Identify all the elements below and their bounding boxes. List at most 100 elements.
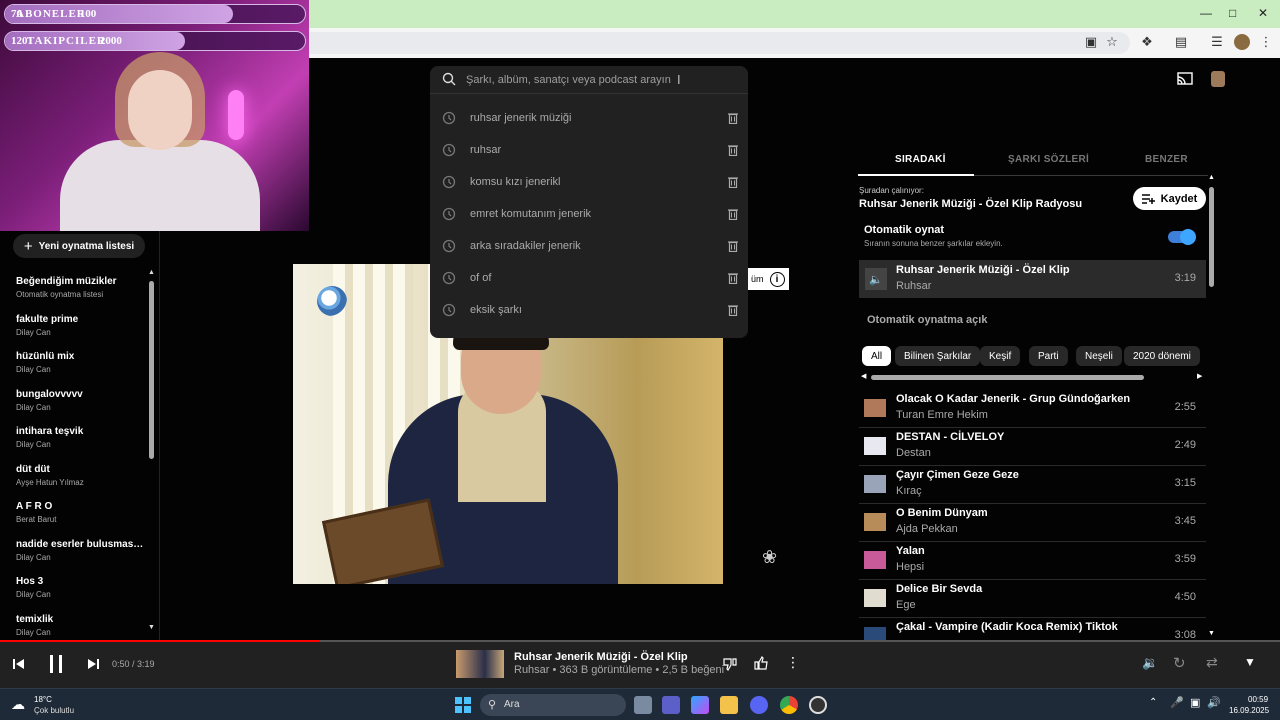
filter-chip[interactable]: All <box>862 346 892 366</box>
close-icon[interactable]: ✕ <box>1258 6 1268 20</box>
minimize-icon[interactable]: — <box>1200 6 1212 20</box>
sidebar-playlist-item[interactable]: intihara teşvik Dilay Can <box>16 426 146 449</box>
sidebar-playlist-item[interactable]: hüzünlü mix Dilay Can <box>16 351 146 374</box>
chips-scroll-right-icon[interactable]: ▶ <box>1197 372 1202 380</box>
task-view-icon[interactable] <box>634 696 652 714</box>
filter-chip[interactable]: Parti <box>1029 346 1068 366</box>
filter-chip[interactable]: Keşif <box>980 346 1021 366</box>
address-bar[interactable] <box>300 32 1130 54</box>
file-explorer-icon[interactable] <box>720 696 738 714</box>
weather-desc[interactable]: Çok bulutlu <box>34 706 74 715</box>
queue-item[interactable]: Yalan Hepsi 3:59 <box>859 542 1206 580</box>
extensions-icon[interactable]: ❖ <box>1139 34 1155 50</box>
search-suggestion[interactable]: komsu kızı jenerikl <box>430 166 748 198</box>
sidebar-playlist-item[interactable]: temixlik Dilay Can <box>16 614 146 637</box>
search-suggestion[interactable]: of of <box>430 262 748 294</box>
repeat-icon[interactable]: ↻ <box>1173 654 1186 672</box>
microphone-icon[interactable]: 🎤 <box>1170 696 1184 709</box>
delete-icon[interactable] <box>728 272 738 284</box>
profile-avatar[interactable] <box>1234 34 1250 50</box>
weather-temp[interactable]: 18°C <box>34 695 52 704</box>
search-suggestion[interactable]: ruhsar <box>430 134 748 166</box>
info-icon[interactable]: i <box>769 271 785 287</box>
chips-scrollbar[interactable] <box>871 375 1144 380</box>
queue-item[interactable]: O Benim Dünyam Ajda Pekkan 3:45 <box>859 504 1206 542</box>
more-options-icon[interactable]: ⋮ <box>786 654 800 671</box>
player-track-title[interactable]: Ruhsar Jenerik Müziği - Özel Klip <box>514 651 688 663</box>
tab-up-next[interactable]: SIRADAKİ <box>895 154 946 165</box>
teams-icon[interactable] <box>662 696 680 714</box>
sidebar-playlist-item[interactable]: bungalovvvvv Dilay Can <box>16 389 146 412</box>
sidebar-scroll-down-icon[interactable]: ▼ <box>148 624 155 631</box>
sidebar-scrollbar[interactable] <box>149 281 154 459</box>
like-icon[interactable] <box>754 656 768 670</box>
tab-related[interactable]: BENZER <box>1145 154 1188 165</box>
track-thumbnail[interactable] <box>456 650 504 678</box>
now-playing-row[interactable]: 🔈 Ruhsar Jenerik Müziği - Özel Klip Ruhs… <box>859 260 1206 298</box>
search-suggestion[interactable]: emret komutanım jenerik <box>430 198 748 230</box>
account-avatar[interactable] <box>1211 71 1225 87</box>
search-suggestion[interactable]: ruhsar jenerik müziği <box>430 102 748 134</box>
sidebar-playlist-item[interactable]: A F R O Berat Barut <box>16 501 146 524</box>
taskbar-search[interactable]: ⚲ Ara <box>480 694 626 716</box>
sidebar-playlist-item[interactable]: düt düt Ayşe Hatun Yılmaz <box>16 464 146 487</box>
save-queue-button[interactable]: Kaydet <box>1133 187 1206 210</box>
chrome-icon[interactable] <box>780 696 798 714</box>
delete-icon[interactable] <box>728 176 738 188</box>
queue-scroll-down-icon[interactable]: ▼ <box>1208 630 1215 637</box>
video-info-badge[interactable]: üm i <box>747 268 789 290</box>
maximize-icon[interactable]: □ <box>1229 6 1236 20</box>
reading-mode-icon[interactable]: ▤ <box>1173 34 1189 50</box>
bookmark-star-icon[interactable]: ☆ <box>1104 34 1120 50</box>
filter-chip[interactable]: Bilinen Şarkılar <box>895 346 981 366</box>
dislike-icon[interactable] <box>723 657 737 671</box>
delete-icon[interactable] <box>728 240 738 252</box>
delete-icon[interactable] <box>728 144 738 156</box>
chips-scroll-left-icon[interactable]: ◀ <box>861 372 866 380</box>
sidebar-playlist-item[interactable]: nadide eserler bulusmasii... Dilay Can <box>16 539 146 562</box>
queue-scroll-up-icon[interactable]: ▲ <box>1208 174 1215 181</box>
clock-time[interactable]: 00:59 <box>1248 695 1268 704</box>
delete-icon[interactable] <box>728 208 738 220</box>
queue-scrollbar[interactable] <box>1209 187 1214 287</box>
weather-cloud-icon[interactable]: ☁ <box>11 696 25 713</box>
delete-icon[interactable] <box>728 112 738 124</box>
shuffle-icon[interactable]: ⇄ <box>1206 654 1218 671</box>
speaker-tray-icon[interactable]: 🔊 <box>1207 696 1221 709</box>
windows-start-icon[interactable] <box>455 697 471 713</box>
pause-icon[interactable] <box>49 655 63 673</box>
search-suggestion[interactable]: arka sıradakiler jenerik <box>430 230 748 262</box>
new-playlist-button[interactable]: + Yeni oynatma listesi <box>13 234 145 258</box>
browser-menu-icon[interactable]: ⋮ <box>1258 34 1274 50</box>
search-suggestion[interactable]: eksik şarkı <box>430 294 748 326</box>
sidebar-playlist-item[interactable]: Beğendiğim müzikler Otomatik oynatma list… <box>16 276 146 299</box>
media-control-icon[interactable]: ☰ <box>1209 34 1225 50</box>
tab-lyrics[interactable]: ŞARKI SÖZLERİ <box>1008 154 1089 165</box>
search-box[interactable]: I <box>430 66 748 94</box>
obs-icon[interactable] <box>809 696 827 714</box>
volume-icon[interactable]: 🔉 <box>1142 655 1158 671</box>
sidebar-scroll-up-icon[interactable]: ▲ <box>148 269 155 276</box>
network-icon[interactable]: ▣ <box>1190 696 1200 709</box>
tray-overflow-icon[interactable]: ⌃ <box>1149 697 1157 708</box>
next-icon[interactable] <box>88 659 99 669</box>
expand-player-icon[interactable]: ▼ <box>1244 655 1256 669</box>
previous-icon[interactable] <box>13 659 24 669</box>
discord-icon[interactable] <box>750 696 768 714</box>
filter-chip[interactable]: Neşeli <box>1076 346 1122 366</box>
search-input[interactable] <box>466 70 696 90</box>
queue-item[interactable]: Çayır Çimen Geze Geze Kıraç 3:15 <box>859 466 1206 504</box>
autoplay-toggle[interactable] <box>1168 229 1196 245</box>
queue-item[interactable]: Delice Bir Sevda Ege 4:50 <box>859 580 1206 618</box>
queue-item[interactable]: Olacak O Kadar Jenerik - Grup Gündoğarke… <box>859 390 1206 428</box>
copilot-icon[interactable] <box>691 696 709 714</box>
delete-icon[interactable] <box>728 304 738 316</box>
queue-item[interactable]: DESTAN - CİLVELOY Destan 2:49 <box>859 428 1206 466</box>
sidebar-playlist-item[interactable]: Hos 3 Dilay Can <box>16 576 146 599</box>
filter-chip[interactable]: 2020 dönemi <box>1124 346 1200 366</box>
clock-date[interactable]: 16.09.2025 <box>1229 706 1269 715</box>
cast-icon[interactable] <box>1177 72 1193 86</box>
queue-thumbnail <box>864 551 886 569</box>
sidebar-playlist-item[interactable]: fakulte prime Dilay Can <box>16 314 146 337</box>
install-app-icon[interactable]: ▣ <box>1083 34 1099 50</box>
